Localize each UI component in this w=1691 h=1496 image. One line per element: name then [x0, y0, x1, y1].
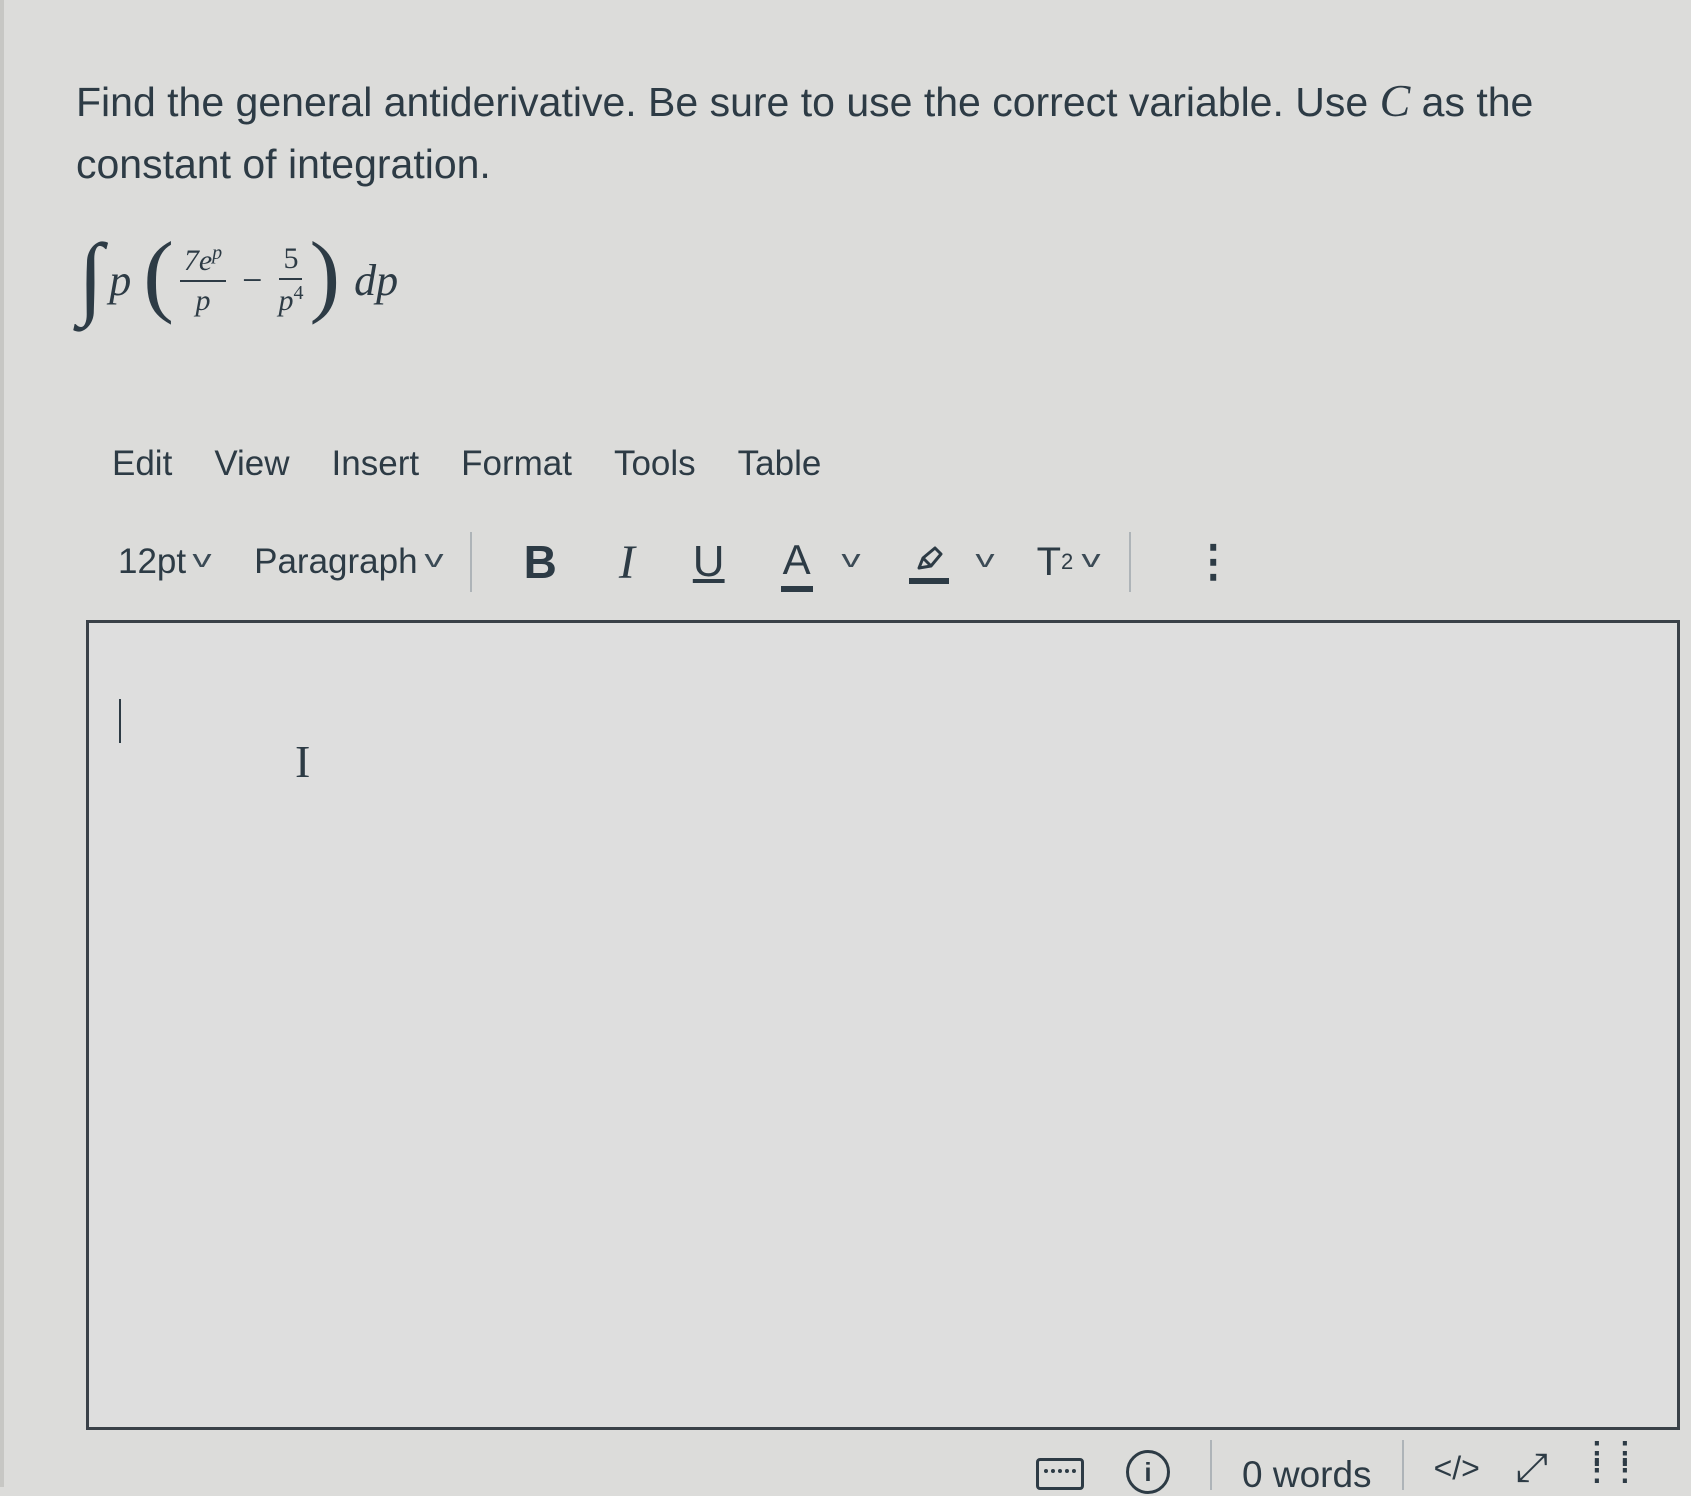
differential: dp [354, 255, 399, 305]
frac2-den-exp: 4 [293, 282, 304, 304]
fraction-2-numerator: 5 [279, 242, 303, 280]
rich-text-editor[interactable]: I [86, 620, 1680, 1430]
editor-toolbar: 12pt v Paragraph v B I U A v v T2 v ⋮ [118, 530, 1235, 594]
statusbar-divider [1210, 1440, 1212, 1490]
expand-icon[interactable]: ⤢ [1516, 1446, 1548, 1491]
chevron-down-icon[interactable]: v [1082, 546, 1101, 574]
drag-handle-icon[interactable]: ⋮⋮ ⋮⋮ [1582, 1439, 1640, 1486]
chevron-down-icon[interactable]: v [841, 546, 860, 574]
underline-button[interactable]: U [693, 537, 725, 587]
minus-sign: − [242, 260, 263, 300]
word-count[interactable]: 0 words [1242, 1454, 1372, 1496]
superscript-base: T [1036, 539, 1062, 584]
menu-table[interactable]: Table [738, 444, 822, 484]
block-format-value: Paragraph [254, 542, 418, 581]
ibeam-cursor-icon: I [295, 736, 311, 787]
font-size-value: 12pt [118, 542, 187, 581]
more-options-icon[interactable]: ⋮ [1191, 540, 1235, 584]
menu-view[interactable]: View [214, 444, 289, 484]
chevron-down-icon[interactable]: v [975, 546, 994, 574]
integral-sign: ∫ [78, 225, 104, 327]
toolbar-divider [1129, 532, 1132, 592]
frac1-num-coef: 7e [183, 244, 213, 277]
accessibility-icon[interactable]: i [1126, 1450, 1170, 1494]
chevron-down-icon: v [192, 546, 212, 573]
open-paren: ( [143, 223, 174, 325]
constant-variable: C [1379, 75, 1411, 126]
page-edge [0, 0, 4, 1487]
menu-insert[interactable]: Insert [332, 444, 420, 484]
frac2-den-base: p [278, 284, 294, 317]
highlighter-glyph [917, 546, 943, 570]
statusbar-divider [1401, 1440, 1404, 1490]
menu-format[interactable]: Format [461, 444, 572, 484]
fraction-1-denominator: p [195, 284, 211, 317]
bold-button[interactable]: B [524, 535, 557, 589]
block-format-dropdown[interactable]: Paragraph v [254, 542, 443, 582]
text-caret [119, 699, 121, 743]
highlighter-icon[interactable] [908, 544, 949, 584]
keyboard-icon[interactable] [1036, 1458, 1084, 1490]
question-text-before: Find the general antiderivative. Be sure… [76, 79, 1380, 125]
chevron-down-icon: v [423, 546, 444, 573]
toolbar-divider [469, 532, 472, 592]
editor-menubar: Edit View Insert Format Tools Table [112, 444, 821, 484]
fraction-1: 7ep p [179, 242, 227, 318]
fraction-2-denominator: p4 [278, 280, 303, 318]
editor-statusbar: i 0 words </> ⤢ ⋮⋮ ⋮⋮ [1036, 1439, 1691, 1495]
text-color-button[interactable]: A [780, 536, 813, 592]
superscript-button[interactable]: T2 [1037, 540, 1074, 585]
menu-edit[interactable]: Edit [112, 444, 172, 484]
font-size-dropdown[interactable]: 12pt v [118, 542, 212, 582]
integral-factor: p [109, 255, 132, 305]
menu-tools[interactable]: Tools [614, 444, 696, 484]
close-paren: ) [309, 223, 341, 325]
integral-expression: ∫ p ( 7ep p − 5 p4 ) dp [78, 220, 398, 340]
question-prompt: Find the general antiderivative. Be sure… [76, 70, 1666, 195]
italic-button[interactable]: I [619, 535, 635, 590]
fraction-2: 5 p4 [278, 242, 303, 318]
frac1-num-exp: p [212, 242, 223, 264]
fraction-1-numerator: 7ep [179, 242, 227, 282]
superscript-exp: 2 [1061, 549, 1074, 574]
html-editor-button[interactable]: </> [1434, 1450, 1480, 1487]
